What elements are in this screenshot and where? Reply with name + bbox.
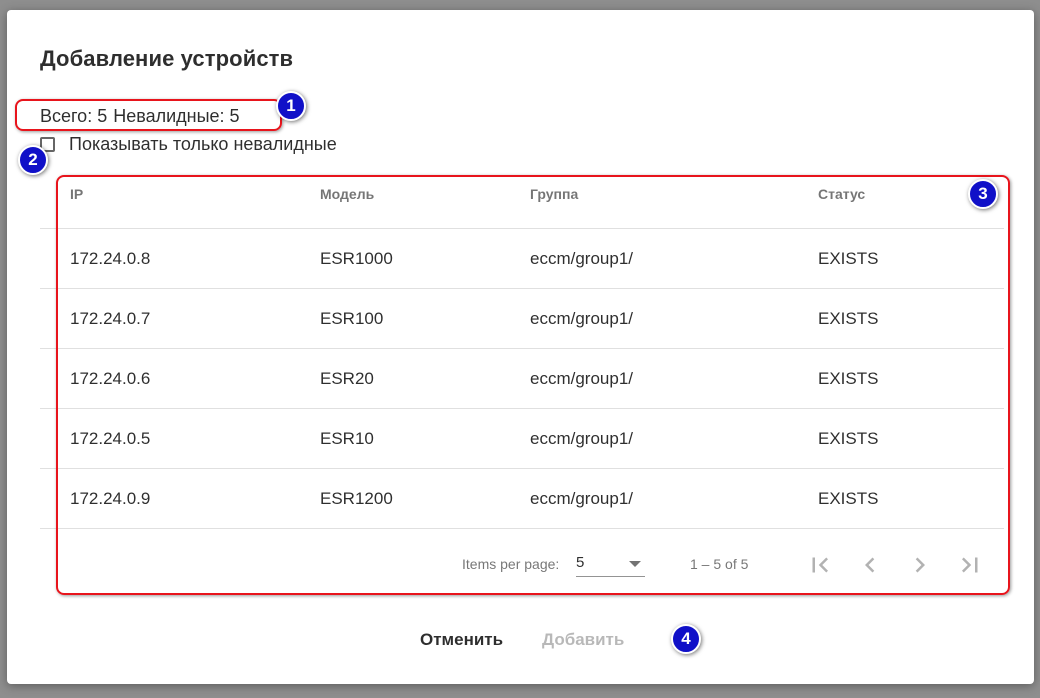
invalid-only-label[interactable]: Показывать только невалидные bbox=[69, 134, 337, 155]
dialog-title: Добавление устройств bbox=[40, 46, 294, 71]
annotation-badge: 1 bbox=[276, 91, 306, 121]
annotation-badge: 2 bbox=[18, 145, 48, 175]
annotation-highlight-summary bbox=[15, 99, 282, 131]
annotation-badge: 3 bbox=[968, 179, 998, 209]
add-button[interactable]: Добавить bbox=[542, 630, 624, 650]
annotation-badge: 4 bbox=[671, 624, 701, 654]
invalid-only-filter[interactable]: Показывать только невалидные bbox=[40, 134, 337, 155]
annotation-highlight-table bbox=[56, 175, 1010, 595]
cancel-button[interactable]: Отменить bbox=[420, 630, 503, 650]
